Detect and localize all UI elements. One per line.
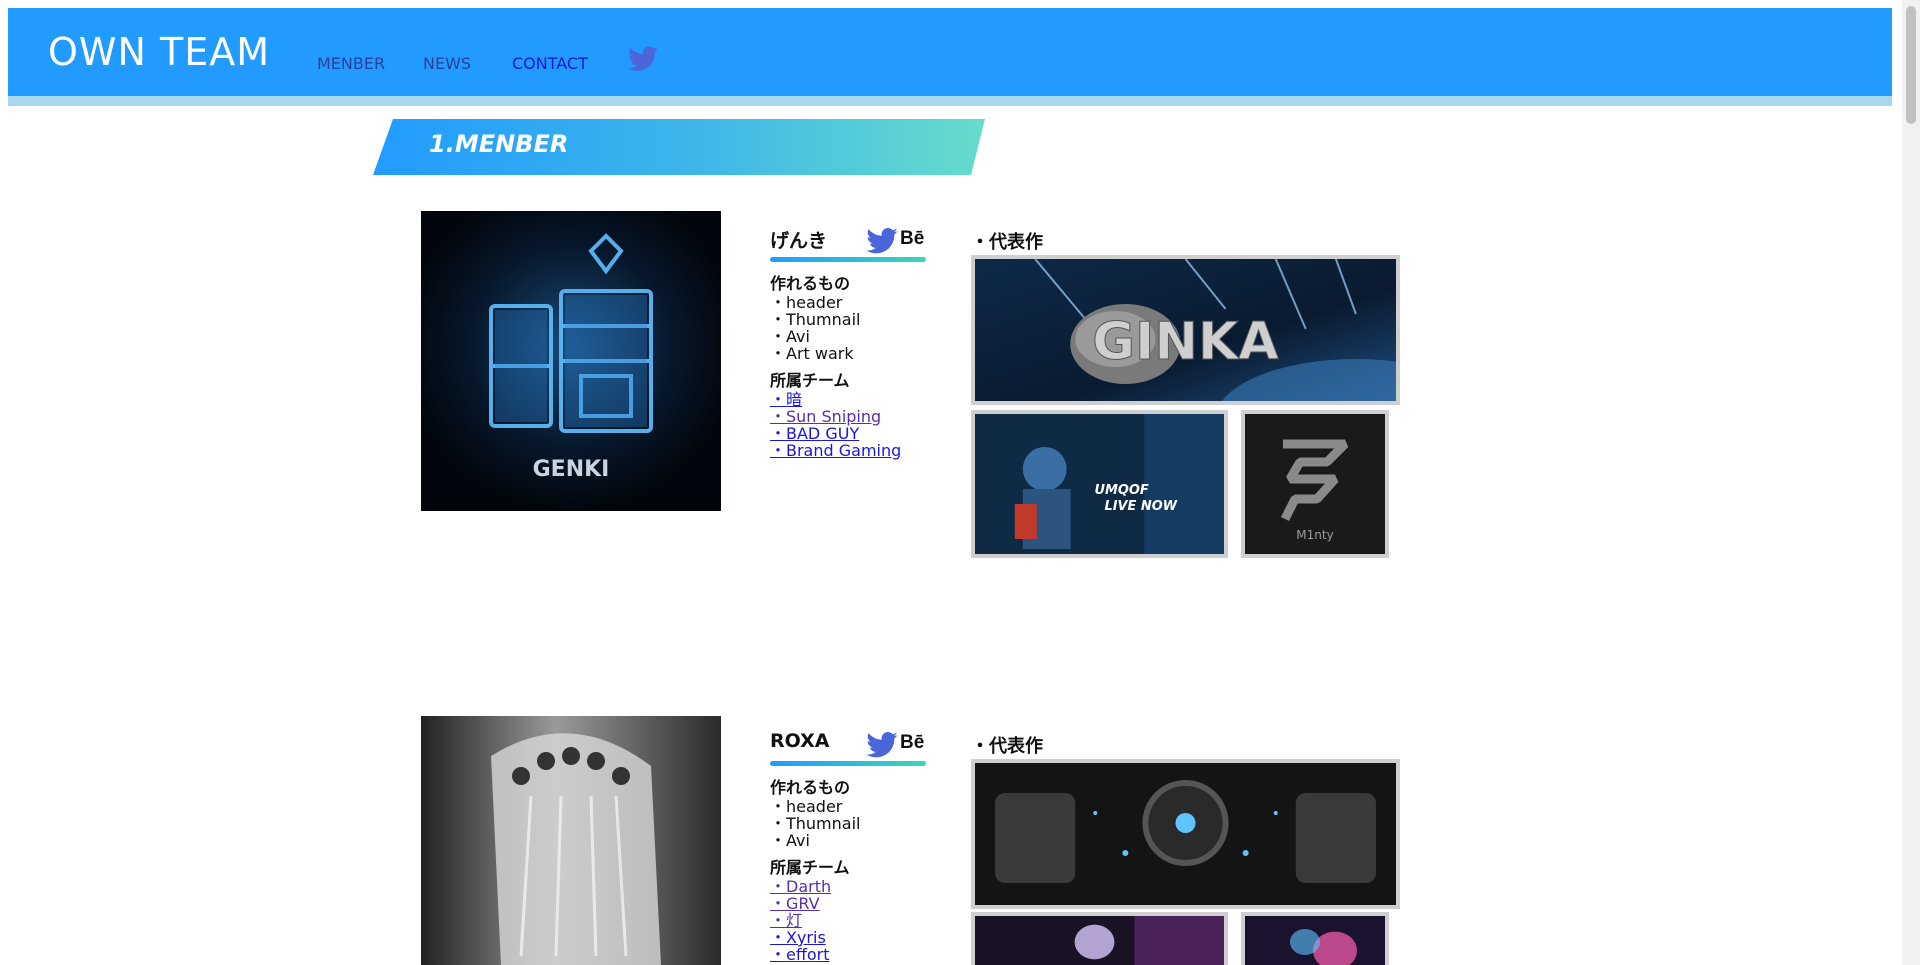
behance-icon[interactable]: Bē [900, 732, 924, 754]
skills-heading: 作れるもの [770, 778, 851, 797]
skills-heading: 作れるもの [770, 274, 851, 293]
teams-heading: 所属チーム [770, 858, 850, 877]
list-item: ・Avi [770, 327, 810, 346]
list-item: ・header [770, 293, 843, 312]
section-banner: 1.MENBER [373, 119, 985, 175]
member-avatar-roxa [421, 716, 721, 965]
team-link[interactable]: ・Darth [770, 878, 831, 895]
team-link[interactable]: ・Xyris [770, 929, 831, 946]
member-name: ROXA [770, 730, 830, 752]
list-item: ・Thumnail [770, 814, 861, 833]
scrollbar-thumb[interactable] [1906, 6, 1916, 124]
work-thumbnail-main[interactable] [971, 759, 1400, 909]
work-thumbnail-third[interactable]: M1nty [1241, 410, 1389, 558]
works-heading: ・代表作 [971, 736, 1043, 757]
page-scrollbar[interactable] [1902, 0, 1920, 965]
work-text: UMQOF [1095, 483, 1149, 498]
team-link[interactable]: ・Sun Sniping [770, 408, 901, 425]
site-header: OWN TEAM MENBER NEWS CONTACT [8, 8, 1892, 96]
work-thumbnail-second[interactable]: UMQOF LIVE NOW [971, 410, 1228, 558]
twitter-icon[interactable] [866, 228, 898, 254]
behance-icon[interactable]: Bē [900, 228, 924, 250]
teams-list: ・暗 ・Sun Sniping ・BAD GUY ・Brand Gaming [770, 391, 901, 459]
nav-member-link[interactable]: MENBER [317, 54, 385, 73]
work-thumbnail-third[interactable] [1241, 912, 1389, 965]
list-item: ・Art wark [770, 344, 854, 363]
member-name: げんき [770, 230, 828, 252]
works-heading: ・代表作 [971, 232, 1043, 253]
work-text: M1nty [1296, 528, 1333, 542]
member-social-links: Bē [866, 226, 928, 254]
nav-news-link[interactable]: NEWS [423, 54, 471, 73]
teams-heading: 所属チーム [770, 371, 850, 390]
twitter-icon[interactable] [628, 46, 658, 72]
work-text: LIVE NOW [1104, 499, 1177, 514]
teams-list: ・Darth ・GRV ・灯 ・Xyris ・effort [770, 878, 831, 963]
team-link[interactable]: ・effort [770, 946, 831, 963]
team-link[interactable]: ・灯 [770, 912, 831, 929]
team-link[interactable]: ・BAD GUY [770, 425, 901, 442]
list-item: ・Thumnail [770, 310, 861, 329]
name-underline [770, 257, 926, 262]
list-item: ・Avi [770, 831, 810, 850]
name-underline [770, 761, 926, 766]
list-item: ・header [770, 797, 843, 816]
site-logo[interactable]: OWN TEAM [48, 30, 270, 74]
header-stripe [8, 96, 1892, 106]
avatar-text: GENKI [533, 457, 610, 482]
twitter-icon[interactable] [866, 732, 898, 758]
nav-contact-link[interactable]: CONTACT [512, 54, 588, 73]
team-link[interactable]: ・GRV [770, 895, 831, 912]
member-social-links: Bē [866, 730, 928, 758]
member-avatar-genki: GENKI [421, 211, 721, 511]
section-title: 1.MENBER [429, 130, 569, 158]
skills-list: ・header ・Thumnail ・Avi [770, 798, 860, 849]
work-thumbnail-main[interactable]: GINKA [971, 255, 1400, 405]
skills-list: ・header ・Thumnail ・Avi ・Art wark [770, 294, 860, 362]
team-link[interactable]: ・Brand Gaming [770, 442, 901, 459]
work-text: GINKA [1092, 312, 1279, 372]
team-link[interactable]: ・暗 [770, 391, 901, 408]
work-thumbnail-second[interactable] [971, 912, 1228, 965]
page: OWN TEAM MENBER NEWS CONTACT 1.MENBER GE… [0, 0, 1902, 965]
